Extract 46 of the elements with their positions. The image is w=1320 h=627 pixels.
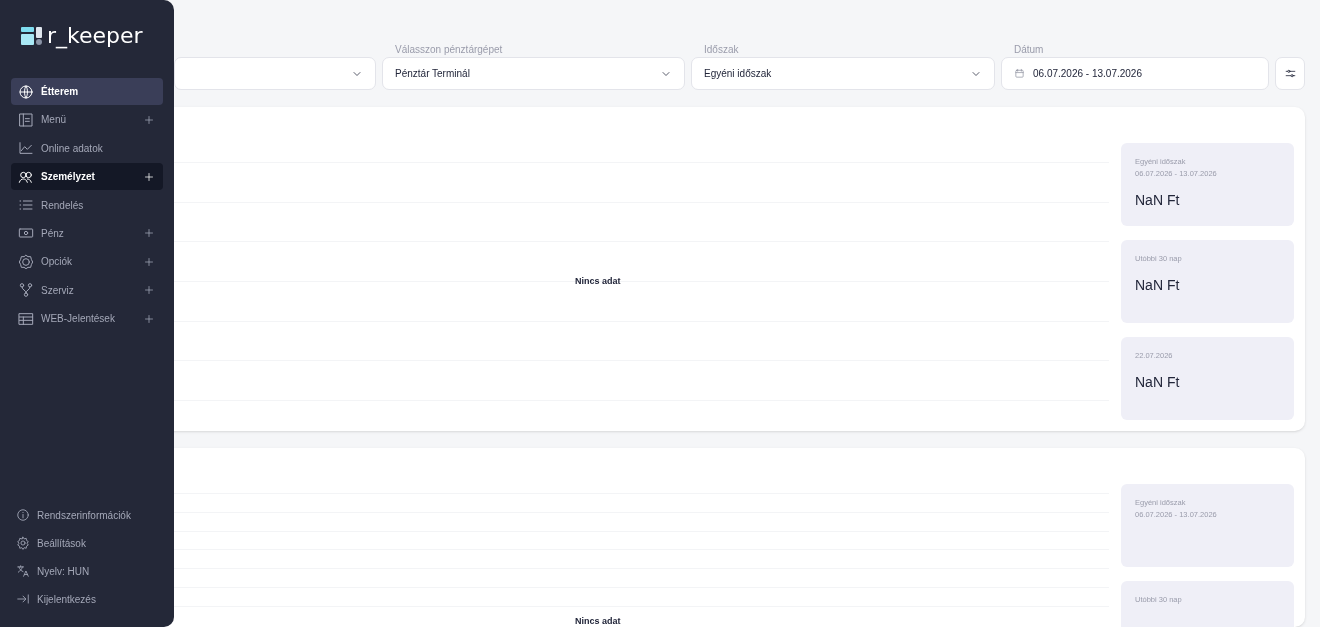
date-field[interactable]: 06.07.2026 - 13.07.2026 [1001,57,1269,90]
gear-icon [18,253,34,270]
footer-link[interactable]: Rendszerinformációk [11,501,163,529]
filter-button[interactable] [1275,57,1305,90]
select-field[interactable]: Egyéni időszak [691,57,995,90]
stat-value: NaN Ft [1135,191,1181,210]
plus-icon [143,113,155,126]
field-label: Időszak [703,44,740,56]
plus-icon [143,227,155,240]
plus-icon [143,284,155,297]
translate-icon [16,564,30,578]
line-chart-icon [18,140,34,157]
plus-icon [143,312,155,325]
select-field[interactable] [174,57,376,90]
plus-icon [143,170,155,183]
stat-value: NaN Ft [1135,373,1181,392]
empty-chart-message: Nincs adat [575,275,621,288]
footer-link[interactable]: Beállítások [11,529,163,557]
logo-text: r_keeper [47,25,143,47]
logo-icon [21,26,43,46]
nav-item[interactable]: Személyzet [11,163,163,191]
nav-item[interactable]: Online adatok [11,134,163,162]
empty-chart-message: Nincs adat [575,615,621,627]
nav-item[interactable]: Opciók [11,248,163,276]
nav-item[interactable]: WEB-Jelentések [11,305,163,333]
info-icon [16,508,30,522]
field-label: Válasszon pénztárgépet [394,44,504,56]
nav-item[interactable]: Rendelés [11,191,163,219]
branch-icon [18,282,34,299]
nav-item[interactable]: Menü [11,106,163,134]
stat-value: NaN Ft [1135,276,1181,295]
plus-icon [143,255,155,268]
select-field[interactable]: Pénztár Terminál [382,57,685,90]
sliders-icon [1283,67,1297,80]
footer-link[interactable]: Nyelv: HUN [11,557,163,585]
nav-item[interactable]: Szerviz [11,276,163,304]
nav-item[interactable]: Pénz [11,219,163,247]
field-label: Dátum [1013,44,1045,56]
globe-icon [18,83,34,100]
nav-item[interactable]: Étterem [11,78,163,105]
table-icon [18,310,34,327]
settings-icon [16,536,30,550]
logout-icon [16,592,30,606]
footer-link[interactable]: Kijelentkezés [11,585,163,613]
calendar-icon [1014,68,1025,79]
book-icon [18,111,34,128]
